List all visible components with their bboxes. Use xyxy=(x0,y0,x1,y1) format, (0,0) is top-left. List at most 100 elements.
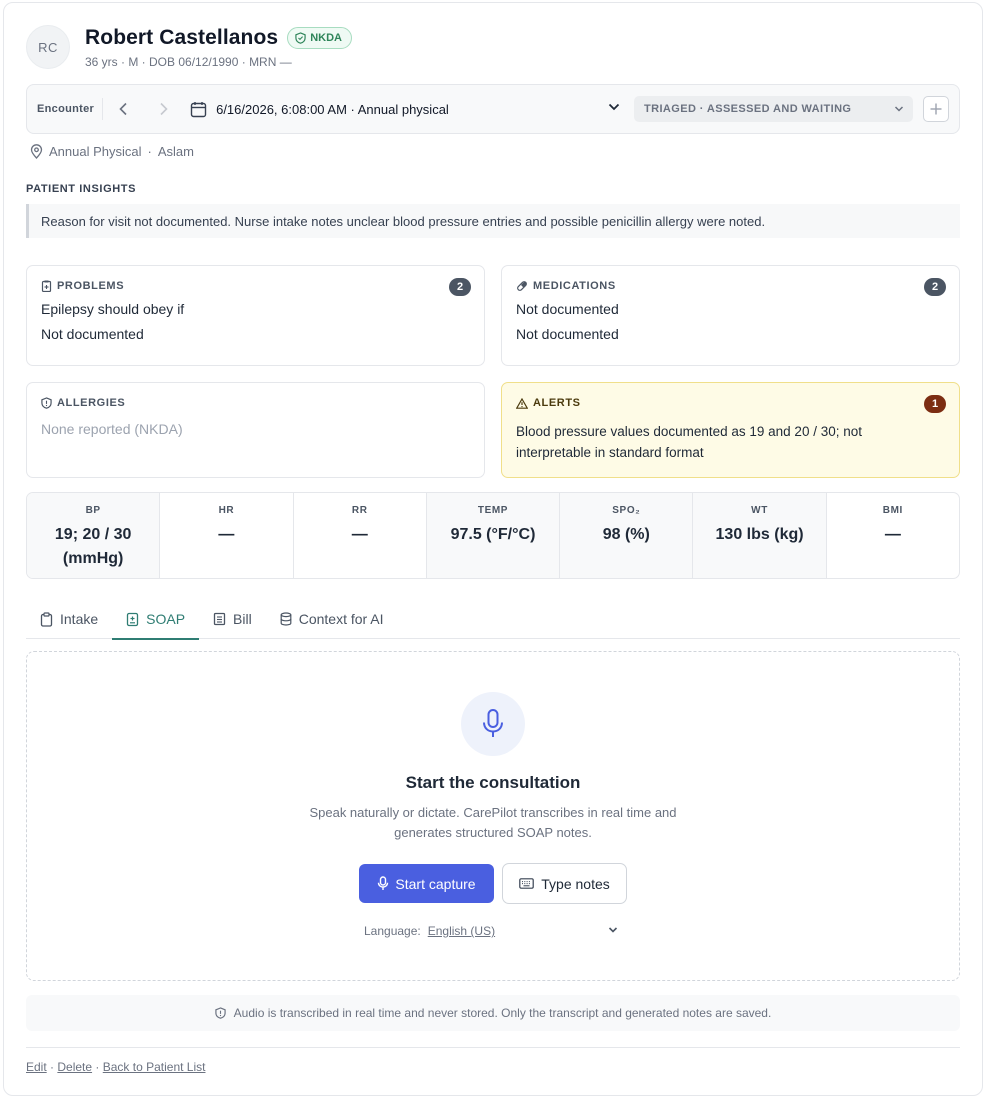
keyboard-icon xyxy=(519,878,535,889)
vital-hr: HR — xyxy=(160,493,294,578)
tab-context-for-ai[interactable]: Context for AI xyxy=(266,599,398,639)
alerts-card-header: ALERTS xyxy=(516,397,945,409)
add-encounter-button[interactable] xyxy=(923,96,949,122)
database-icon xyxy=(280,612,292,626)
receipt-icon xyxy=(213,612,226,626)
chevron-down-icon[interactable] xyxy=(607,924,619,936)
vital-value: 19; 20 / 30 (mmHg) xyxy=(27,523,159,571)
consultation-capture-panel: Start the consultation Speak naturally o… xyxy=(26,651,960,981)
nkda-badge: NKDA xyxy=(287,26,352,49)
vital-value: — xyxy=(351,526,368,543)
next-encounter-button[interactable] xyxy=(150,96,176,122)
capture-description-line: Speak naturally or dictate. CarePilot tr… xyxy=(309,805,677,820)
tab-label: Intake xyxy=(60,611,99,627)
language-selector: Language: English (US) xyxy=(364,924,495,938)
allergies-card: ALLERGIES None reported (NKDA) xyxy=(26,382,485,478)
medications-count-badge: 2 xyxy=(924,278,946,296)
vital-value-line: 19; 20 / 30 xyxy=(54,526,132,543)
location-name: Annual Physical xyxy=(49,144,142,159)
vital-label: RR xyxy=(351,505,368,516)
vital-label: WT xyxy=(751,505,768,516)
privacy-note: Audio is transcribed in real time and ne… xyxy=(26,995,960,1031)
patient-chart-page: RC Robert Castellanos NKDA 36 yrs · M · … xyxy=(3,2,983,1096)
patient-demographics: 36 yrs · M · DOB 06/12/1990 · MRN — xyxy=(85,54,292,69)
tab-label: SOAP xyxy=(146,611,186,627)
tab-label: Bill xyxy=(233,611,252,627)
tab-label: Context for AI xyxy=(298,611,384,627)
vital-value: 98 (%) xyxy=(602,526,650,543)
vital-bp: BP 19; 20 / 30 (mmHg) xyxy=(27,493,161,578)
microphone-badge xyxy=(461,692,525,756)
patient-header: RC Robert Castellanos NKDA 36 yrs · M · … xyxy=(26,23,352,71)
problem-item: Not documented xyxy=(41,326,144,342)
patient-header-text: Robert Castellanos NKDA 36 yrs · M · DOB… xyxy=(85,26,352,69)
tab-intake[interactable]: Intake xyxy=(26,599,112,639)
medications-card-header: MEDICATIONS xyxy=(516,280,945,292)
clipboard-icon xyxy=(40,611,53,627)
provider-name: Aslam xyxy=(157,144,194,159)
vital-value: 97.5 (°F/°C) xyxy=(450,526,536,543)
calendar-icon xyxy=(190,101,207,117)
alerts-count-badge: 1 xyxy=(924,395,946,413)
encounter-select[interactable]: 6/16/2026, 6:08:00 AM · Annual physical xyxy=(190,101,449,118)
soap-note-icon xyxy=(126,612,139,626)
vital-label: SPO₂ xyxy=(612,505,641,516)
map-pin-icon xyxy=(30,144,43,159)
footer-links: Edit · Delete · Back to Patient List xyxy=(26,1060,205,1074)
nkda-badge-label: NKDA xyxy=(310,31,342,44)
allergies-empty-text: None reported (NKDA) xyxy=(41,421,183,437)
shield-icon xyxy=(41,397,52,409)
vital-value: 130 lbs (kg) xyxy=(715,526,804,543)
footer-divider xyxy=(26,1047,960,1048)
type-notes-button[interactable]: Type notes xyxy=(502,863,627,904)
encounter-bar: Encounter 6/16/2026, 6:08:00 AM · Annual… xyxy=(26,84,960,134)
encounter-label: Encounter xyxy=(37,103,95,115)
vitals-strip: BP 19; 20 / 30 (mmHg) HR — RR — TEMP 97.5… xyxy=(26,492,960,579)
problems-card: PROBLEMS 2 Epilepsy should obey if Not d… xyxy=(26,265,485,366)
chevron-down-icon xyxy=(894,106,904,112)
alerts-card: ALERTS 1 Blood pressure values documente… xyxy=(501,382,960,478)
avatar: RC xyxy=(26,25,70,69)
capture-description: Speak naturally or dictate. CarePilot tr… xyxy=(27,803,959,843)
footer-separator: · xyxy=(95,1060,100,1074)
tab-bill[interactable]: Bill xyxy=(199,599,266,639)
clipboard-heart-icon xyxy=(41,280,52,292)
vital-bmi: BMI — xyxy=(827,493,959,578)
chevron-right-icon xyxy=(160,102,168,116)
chevron-down-icon[interactable] xyxy=(607,100,621,114)
alert-text: Blood pressure values documented as 19 a… xyxy=(516,424,862,460)
encounter-status-value: TRIAGED · ASSESSED AND WAITING xyxy=(644,103,852,115)
microphone-icon xyxy=(483,709,503,737)
shield-icon xyxy=(214,1007,226,1019)
vital-value-unit: (mmHg) xyxy=(62,550,124,567)
language-label: Language: xyxy=(364,924,421,938)
warning-icon xyxy=(516,397,528,409)
language-select[interactable]: English (US) xyxy=(428,924,495,938)
capture-description-line: generates structured SOAP notes. xyxy=(394,825,592,840)
medications-title: MEDICATIONS xyxy=(533,280,616,292)
microphone-icon xyxy=(378,876,389,890)
encounter-divider xyxy=(102,98,104,120)
encounter-select-value: 6/16/2026, 6:08:00 AM · Annual physical xyxy=(216,101,449,117)
problems-card-header: PROBLEMS xyxy=(41,280,470,292)
patient-insights-title: PATIENT INSIGHTS xyxy=(26,183,137,195)
problems-count-badge: 2 xyxy=(449,278,471,296)
previous-encounter-button[interactable] xyxy=(111,96,137,122)
vital-label: HR xyxy=(218,505,235,516)
chevron-left-icon xyxy=(119,102,127,116)
back-to-patient-list-link[interactable]: Back to Patient List xyxy=(103,1060,206,1074)
edit-link[interactable]: Edit xyxy=(26,1060,47,1074)
vital-wt: WT 130 lbs (kg) xyxy=(693,493,827,578)
vital-label: BMI xyxy=(882,505,903,516)
medication-item: Not documented xyxy=(516,326,619,342)
encounter-status-select[interactable]: TRIAGED · ASSESSED AND WAITING xyxy=(634,96,913,122)
start-capture-button[interactable]: Start capture xyxy=(359,864,494,903)
tab-soap[interactable]: SOAP xyxy=(112,599,199,640)
problems-title: PROBLEMS xyxy=(57,280,125,292)
vital-value: — xyxy=(884,526,901,543)
alerts-title: ALERTS xyxy=(533,397,581,409)
patient-name-row: Robert Castellanos NKDA xyxy=(85,26,352,50)
delete-link[interactable]: Delete xyxy=(57,1060,92,1074)
pill-icon xyxy=(517,281,527,291)
vital-label: TEMP xyxy=(477,505,509,516)
